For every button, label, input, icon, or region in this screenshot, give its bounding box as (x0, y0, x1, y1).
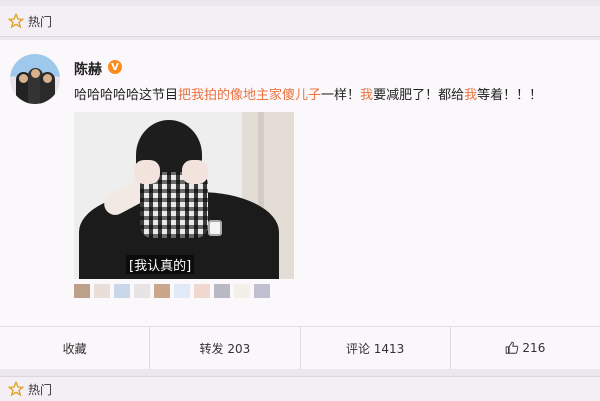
post-text-segment: 等着！！！ (477, 88, 543, 103)
hot-section-header-next: 热门 (0, 376, 600, 401)
thumbnail-strip (74, 284, 274, 298)
thumbnail[interactable] (74, 284, 90, 298)
thumbnail[interactable] (234, 284, 250, 298)
person-hand (134, 160, 160, 184)
hot-section-label: 热门 (28, 382, 53, 397)
post-text-segment: 要减肥了！都给 (373, 88, 465, 103)
video-subtitle: [我认真的] (126, 255, 195, 274)
like-button[interactable]: 216 (451, 327, 600, 369)
thumbnail[interactable] (134, 284, 150, 298)
favorite-label: 收藏 (62, 341, 87, 356)
favorite-button[interactable]: 收藏 (0, 327, 151, 369)
username[interactable]: 陈赫 (74, 59, 102, 79)
user-avatar[interactable] (10, 54, 60, 104)
star-icon (8, 13, 24, 29)
comment-label: 评论 1413 (345, 341, 405, 356)
wristwatch (208, 220, 222, 236)
post-text-highlight: 我 (360, 88, 374, 103)
like-count: 216 (522, 341, 546, 355)
avatar-face (43, 74, 52, 83)
thumbnail[interactable] (154, 284, 170, 298)
thumbnail[interactable] (254, 284, 270, 298)
post-text-highlight: 把我拍的像地主家傻儿子 (178, 88, 322, 103)
thumbnail[interactable] (194, 284, 210, 298)
thumbnail[interactable] (214, 284, 230, 298)
avatar-face (19, 74, 28, 83)
thumbnail[interactable] (174, 284, 190, 298)
post-text: 哈哈哈哈哈这节目把我拍的像地主家傻儿子一样！我要减肥了！都给我等着！！！ (74, 84, 594, 103)
post-action-bar: 收藏 转发 203 评论 1413 216 (0, 326, 600, 369)
hot-section-header: 热门 (0, 6, 600, 37)
person-hand (182, 160, 208, 184)
verified-badge-icon: V (108, 60, 122, 74)
thumbs-up-icon (506, 341, 519, 354)
thumbnail[interactable] (114, 284, 130, 298)
weibo-post-card: 陈赫 V 哈哈哈哈哈这节目把我拍的像地主家傻儿子一样！我要减肥了！都给我等着！！… (0, 40, 600, 369)
repost-label: 转发 203 (199, 341, 251, 356)
post-video-media[interactable]: [我认真的] (74, 112, 294, 279)
post-text-segment: 一样！ (321, 88, 361, 103)
post-text-highlight: 我 (464, 88, 478, 103)
hot-section-label: 热门 (28, 14, 53, 29)
avatar-face (31, 69, 40, 78)
star-icon (8, 381, 24, 397)
thumbnail[interactable] (94, 284, 110, 298)
post-text-segment: 哈哈哈哈哈这节目 (74, 88, 179, 103)
repost-button[interactable]: 转发 203 (150, 327, 301, 369)
comment-button[interactable]: 评论 1413 (301, 327, 451, 369)
